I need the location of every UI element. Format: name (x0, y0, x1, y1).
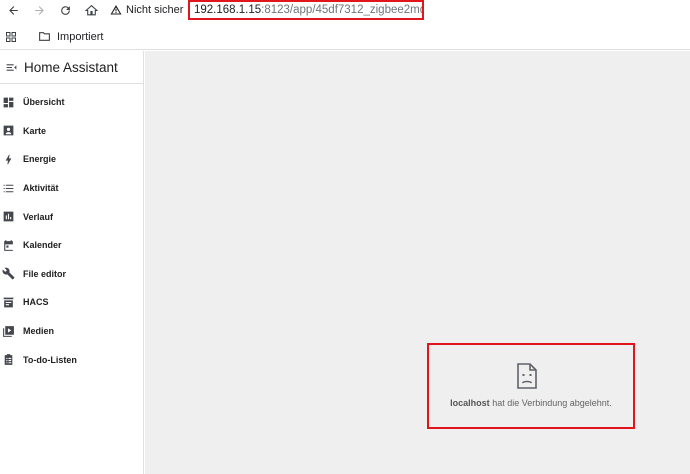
media-icon (0, 322, 17, 340)
sidebar-nav: Übersicht Karte Energie Aktivität Verlau… (0, 84, 143, 374)
calendar-icon (0, 236, 17, 254)
sidebar-item-uebersicht[interactable]: Übersicht (0, 88, 143, 117)
browser-toolbar: Nicht sicher 192.168.1.15:8123/app/45df7… (0, 0, 690, 20)
sidebar-item-file-editor[interactable]: File editor (0, 260, 143, 289)
folder-icon (39, 32, 50, 41)
lightning-bolt-icon (0, 150, 17, 168)
forward-button[interactable] (26, 0, 52, 20)
sidebar-item-medien[interactable]: Medien (0, 317, 143, 346)
reload-button[interactable] (52, 0, 78, 20)
reload-icon (60, 5, 70, 15)
bookmark-folder-label: Importiert (57, 30, 104, 43)
sidebar-header: Home Assistant (0, 51, 143, 84)
sad-document-icon (517, 363, 537, 389)
error-text: hat die Verbindung abgelehnt. (492, 398, 612, 408)
sidebar-item-label: Übersicht (23, 97, 65, 108)
sidebar-item-karte[interactable]: Karte (0, 117, 143, 146)
menu-toggle-button[interactable] (0, 61, 22, 74)
security-label: Nicht sicher (126, 4, 184, 16)
clipboard-list-icon (0, 351, 17, 369)
menu-open-icon (6, 63, 16, 71)
back-button[interactable] (0, 0, 26, 20)
error-message: localhost hat die Verbindung abgelehnt. (427, 398, 635, 408)
url-path: :8123/app/45df7312_zigbee2mqtt (261, 4, 424, 16)
warning-icon (110, 5, 122, 15)
sidebar-item-label: Aktivität (23, 183, 59, 194)
home-icon (84, 4, 98, 15)
chart-bar-icon (0, 208, 17, 226)
bookmark-bar: Importiert (0, 24, 690, 50)
apps-button[interactable] (0, 26, 22, 48)
sidebar-item-label: Medien (23, 326, 55, 337)
home-button[interactable] (78, 0, 104, 20)
arrow-right-icon (34, 5, 44, 15)
url-host: 192.168.1.15 (194, 4, 262, 16)
hacs-icon (0, 293, 17, 311)
sidebar-item-label: To-do-Listen (23, 354, 77, 365)
sidebar-item-todo-listen[interactable]: To-do-Listen (0, 345, 143, 374)
error-host: localhost (450, 398, 490, 408)
sidebar-item-label: Energie (23, 154, 57, 165)
map-icon (0, 122, 17, 140)
sidebar: Home Assistant Übersicht Karte Energie A… (0, 51, 144, 474)
sidebar-item-label: Kalender (23, 240, 62, 251)
bookmark-folder-importiert[interactable]: Importiert (34, 26, 107, 48)
sidebar-item-hacs[interactable]: HACS (0, 288, 143, 317)
sidebar-item-verlauf[interactable]: Verlauf (0, 202, 143, 231)
dashboard-icon (0, 93, 17, 111)
sidebar-item-label: Karte (23, 125, 47, 136)
sidebar-item-label: Verlauf (23, 211, 54, 222)
sidebar-item-label: File editor (23, 268, 67, 279)
wrench-icon (0, 265, 17, 283)
apps-grid-icon (6, 31, 16, 42)
address-bar[interactable]: 192.168.1.15:8123/app/45df7312_zigbee2mq… (188, 0, 424, 20)
list-icon (0, 179, 17, 197)
arrow-left-icon (8, 5, 18, 15)
sidebar-title: Home Assistant (24, 59, 118, 75)
sidebar-item-label: HACS (23, 297, 49, 308)
security-indicator[interactable]: Nicht sicher (110, 0, 183, 20)
sidebar-item-energie[interactable]: Energie (0, 145, 143, 174)
sidebar-item-kalender[interactable]: Kalender (0, 231, 143, 260)
sidebar-item-aktivitaet[interactable]: Aktivität (0, 174, 143, 203)
